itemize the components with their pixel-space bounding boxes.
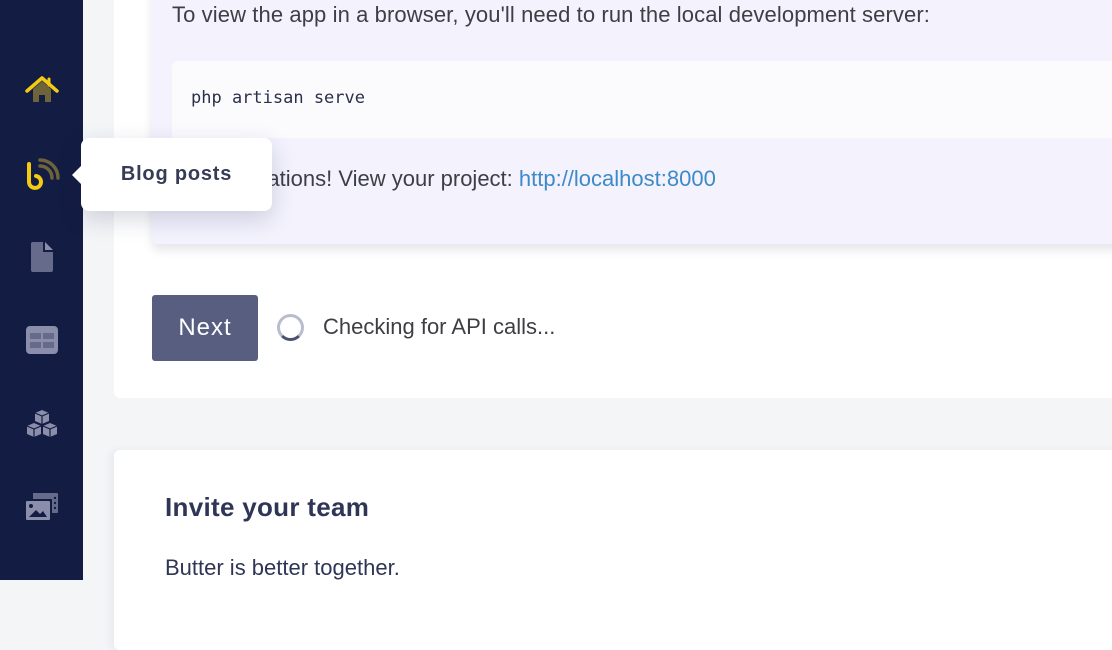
invite-team-card: Invite your team Butter is better togeth… (114, 450, 1112, 650)
project-link[interactable]: http://localhost:8000 (519, 166, 716, 191)
sidebar-item-home[interactable] (0, 60, 83, 120)
sidebar-item-pages[interactable] (0, 227, 83, 287)
main-content: To view the app in a browser, you'll nee… (83, 0, 1112, 580)
blocks-icon (25, 409, 59, 439)
loading-spinner-icon (277, 314, 304, 341)
next-button[interactable]: Next (152, 295, 258, 361)
command-text[interactable]: php artisan serve (191, 88, 365, 108)
status-text: Checking for API calls... (323, 314, 555, 340)
sidebar-item-media[interactable] (0, 477, 83, 537)
invite-subtitle: Butter is better together. (165, 555, 400, 581)
sidebar-item-blog-posts[interactable] (0, 145, 83, 205)
home-icon (25, 75, 59, 105)
table-icon (26, 326, 58, 354)
sidebar-item-components[interactable] (0, 394, 83, 454)
media-library-icon (25, 493, 59, 521)
instruction-text: To view the app in a browser, you'll nee… (172, 2, 930, 28)
code-block: php artisan serve (172, 61, 1112, 138)
invite-title: Invite your team (165, 492, 369, 523)
sidebar-tooltip: Blog posts (81, 138, 272, 211)
sidebar-item-collections[interactable] (0, 310, 83, 370)
page-icon (30, 241, 54, 273)
blog-icon (24, 158, 60, 192)
sidebar (0, 0, 83, 580)
tooltip-label: Blog posts (121, 163, 232, 186)
